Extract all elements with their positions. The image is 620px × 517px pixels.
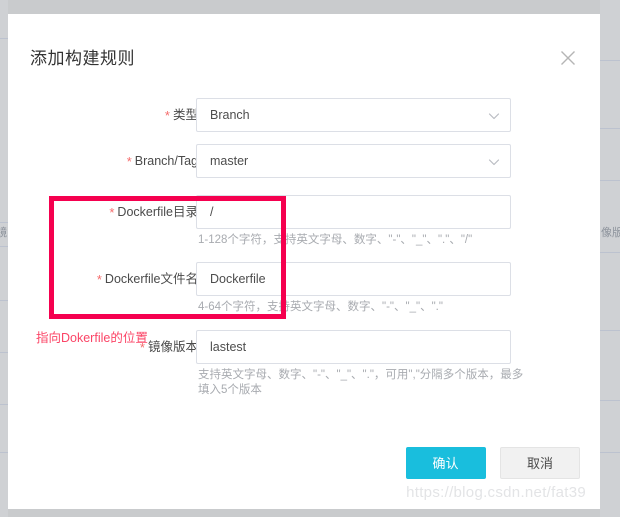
background-row-line — [600, 60, 620, 61]
background-cell-right: 像版 — [601, 227, 620, 239]
chevron-down-icon[interactable] — [488, 156, 500, 168]
background-row-line — [0, 452, 8, 453]
cancel-button[interactable]: 取消 — [499, 447, 580, 479]
background-row-line — [0, 246, 8, 247]
hint-image-version: 支持英文字母、数字、"-"、"_"、"."，可用","分隔多个版本，最多填入5个… — [198, 369, 524, 396]
dialog-footer: 确认 取消 — [405, 447, 580, 479]
background-row-line — [0, 38, 8, 39]
background-table-right — [600, 0, 620, 517]
branch-tag-value: master — [210, 154, 249, 168]
background-row-line — [600, 452, 620, 453]
required-marker: * — [96, 272, 102, 287]
background-row-line — [600, 180, 620, 181]
dockerfile-dir-value: / — [210, 205, 214, 219]
type-value: Branch — [210, 108, 250, 122]
hint-dockerfile-name: 4-64个字符，支持英文字母、数字、"-"、"_"、"." — [198, 301, 443, 313]
required-marker: * — [164, 108, 170, 123]
background-table-left — [0, 0, 8, 517]
select-type[interactable]: Branch — [196, 98, 511, 132]
field-label-type: * 类型 — [0, 98, 198, 133]
hint-dockerfile-dir: 1-128个字符，支持英文字母、数字、"-"、"_"、"."、"/" — [198, 234, 473, 246]
field-label-text: 镜像版本 — [147, 340, 198, 354]
background-row-line — [600, 128, 620, 129]
close-icon[interactable] — [558, 48, 578, 68]
background-row-line — [0, 404, 8, 405]
field-label-dockerfile-name: * Dockerfile文件名 — [0, 262, 198, 297]
watermark: https://blog.csdn.net/fat39 — [406, 484, 586, 501]
background-row-line — [600, 252, 620, 253]
background-row-line — [600, 400, 620, 401]
input-image-version[interactable]: lastest — [196, 330, 511, 364]
field-label-branch-tag: * Branch/Tag — [0, 144, 198, 179]
input-dockerfile-dir[interactable]: / — [196, 195, 511, 229]
annotation-note: 指向Dokerfile的位置 — [36, 331, 148, 345]
page-title: 添加构建规则 — [30, 49, 135, 68]
dockerfile-name-value: Dockerfile — [210, 272, 266, 286]
required-marker: * — [126, 154, 132, 169]
required-marker: * — [109, 205, 115, 220]
add-build-rule-dialog: 添加构建规则 * 类型 Branch * Branch/Tag master * Docker… — [8, 14, 600, 509]
confirm-button[interactable]: 确认 — [405, 447, 486, 479]
dialog-header: 添加构建规则 — [8, 14, 600, 80]
input-dockerfile-name[interactable]: Dockerfile — [196, 262, 511, 296]
field-label-text: Dockerfile文件名 — [104, 272, 198, 286]
background-row-line — [0, 300, 8, 301]
image-version-value: lastest — [210, 340, 247, 354]
field-label-dockerfile-dir: * Dockerfile目录 — [0, 195, 198, 230]
chevron-down-icon[interactable] — [488, 110, 500, 122]
field-label-text: 类型 — [172, 108, 198, 122]
field-label-text: Dockerfile目录 — [117, 205, 198, 219]
background-row-line — [600, 330, 620, 331]
select-branch-tag[interactable]: master — [196, 144, 511, 178]
field-label-text: Branch/Tag — [134, 154, 198, 168]
